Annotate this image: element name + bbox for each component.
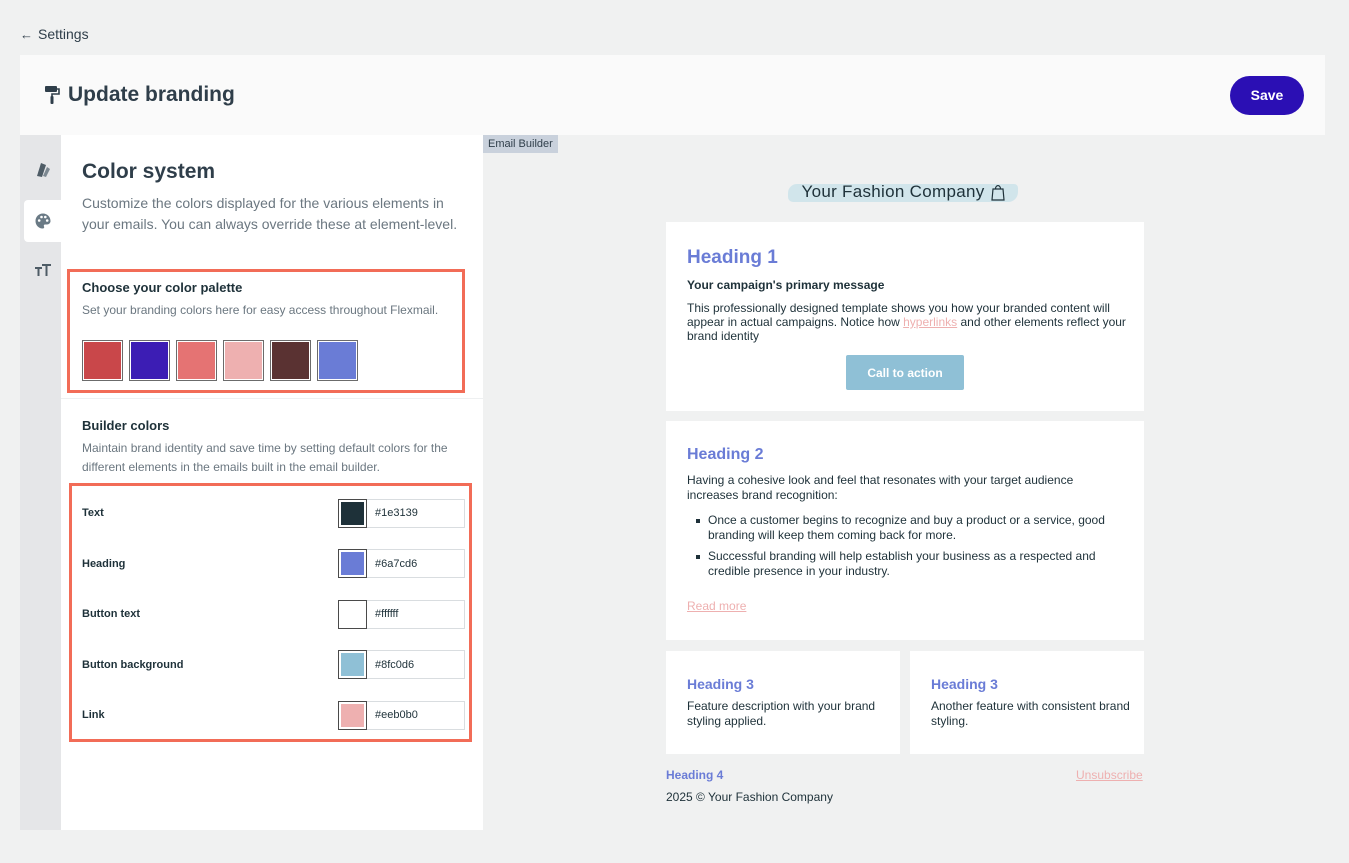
panel-title: Color system	[82, 160, 216, 183]
settings-rail	[20, 135, 61, 830]
card3-body: Feature description with your brand styl…	[687, 699, 876, 728]
back-to-settings-link[interactable]: ← Settings	[20, 26, 89, 42]
color-picker-input[interactable]: #1e3139	[338, 498, 465, 528]
arrow-left-icon: ←	[20, 26, 33, 42]
email-preview: Email Builder Your Fashion Company Headi…	[483, 135, 1325, 830]
email-builder-tag: Email Builder	[483, 135, 558, 153]
palette-description: Set your branding colors here for easy a…	[82, 303, 439, 317]
card1-hyperlink[interactable]: hyperlinks	[903, 315, 957, 329]
card2-body: Having a cohesive look and feel that res…	[687, 473, 1074, 502]
color-chip-fill	[341, 703, 364, 727]
brand-name: Your Fashion Company	[801, 182, 985, 201]
color-row-label: Heading	[82, 557, 126, 570]
email-card-feature-2: Heading 3 Another feature with consisten…	[910, 651, 1144, 754]
save-button[interactable]: Save	[1230, 75, 1304, 115]
color-chip-fill	[341, 501, 364, 525]
color-hex-value[interactable]: #8fc0d6	[367, 651, 464, 678]
card1-heading: Heading 1	[687, 247, 778, 268]
swatch-fill	[131, 342, 168, 379]
paint-swatch-icon	[36, 163, 50, 177]
swatch-fill	[225, 342, 262, 379]
card4-body: Another feature with consistent brand st…	[931, 699, 1130, 728]
palette-icon	[35, 213, 50, 229]
color-hex-value[interactable]: #eeb0b0	[367, 702, 464, 729]
card4-heading: Heading 3	[931, 676, 998, 692]
paint-roller-icon	[45, 86, 60, 104]
typography-icon	[34, 264, 51, 276]
color-system-panel: Color system Customize the colors displa…	[61, 135, 483, 830]
builder-color-row: Text #1e3139	[82, 498, 465, 528]
rail-item-typography[interactable]	[24, 249, 61, 291]
footer-copyright: 2025 © Your Fashion Company	[666, 790, 833, 804]
color-picker-input[interactable]: #8fc0d6	[338, 650, 465, 679]
color-chip[interactable]	[338, 549, 367, 578]
unsubscribe-link[interactable]: Unsubscribe	[1076, 768, 1143, 782]
card2-bullet-list: Once a customer begins to recognize and …	[687, 513, 1127, 585]
rail-item-swatches[interactable]	[24, 149, 61, 191]
palette-swatch[interactable]	[270, 340, 311, 381]
builder-colors-title: Builder colors	[82, 418, 170, 433]
read-more-link[interactable]: Read more	[687, 599, 746, 614]
color-row-label: Button text	[82, 608, 141, 620]
rail-item-colors[interactable]	[24, 200, 61, 242]
page-header: Update branding Save	[20, 55, 1325, 135]
palette-swatch[interactable]	[129, 340, 170, 381]
color-chip-fill	[341, 602, 364, 626]
swatch-fill	[272, 342, 309, 379]
color-row-label: Text	[82, 507, 104, 519]
swatch-fill	[178, 342, 215, 379]
builder-color-row: Heading #6a7cd6	[82, 549, 465, 579]
color-chip[interactable]	[338, 498, 367, 528]
color-palette-section: Choose your color palette Set your brand…	[67, 269, 465, 393]
brand-logo: Your Fashion Company	[788, 179, 1018, 205]
palette-swatch[interactable]	[317, 340, 358, 381]
color-row-label: Button background	[82, 658, 184, 671]
swatch-fill	[84, 342, 121, 379]
card1-subheading: Your campaign's primary message	[687, 278, 885, 292]
builder-color-row: Link #eeb0b0	[82, 700, 465, 730]
color-picker-input[interactable]: #6a7cd6	[338, 549, 465, 578]
color-hex-value[interactable]: #ffffff	[367, 601, 464, 628]
call-to-action-button[interactable]: Call to action	[846, 355, 964, 390]
shopping-bag-icon	[990, 185, 1005, 201]
builder-color-row: Button background #8fc0d6	[82, 650, 465, 680]
color-picker-input[interactable]: #eeb0b0	[338, 700, 465, 730]
palette-swatch[interactable]	[82, 340, 123, 381]
builder-colors-description: Maintain brand identity and save time by…	[82, 441, 448, 474]
email-card-feature-1: Heading 3 Feature description with your …	[666, 651, 900, 754]
color-chip[interactable]	[338, 599, 367, 629]
builder-colors-section: Text #1e3139 Heading #6a7cd6 Button text #fff…	[69, 483, 472, 742]
main-area: Color system Customize the colors displa…	[20, 135, 1325, 830]
section-divider	[61, 398, 483, 399]
color-hex-value[interactable]: #6a7cd6	[367, 550, 464, 577]
palette-swatch[interactable]	[223, 340, 264, 381]
builder-color-row: Button text #ffffff	[82, 599, 465, 629]
card1-body: This professionally designed template sh…	[687, 301, 1127, 343]
color-hex-value[interactable]: #1e3139	[367, 500, 464, 527]
color-chip-fill	[341, 552, 364, 575]
color-chip[interactable]	[338, 700, 367, 730]
bullet-item: Once a customer begins to recognize and …	[687, 513, 1127, 543]
color-chip-fill	[341, 653, 364, 676]
color-row-label: Link	[82, 709, 105, 721]
page-title: Update branding	[68, 83, 235, 106]
email-card-heading-1: Heading 1 Your campaign's primary messag…	[666, 222, 1144, 411]
palette-title: Choose your color palette	[82, 280, 243, 295]
email-card-heading-2: Heading 2 Having a cohesive look and fee…	[666, 421, 1144, 640]
palette-swatch[interactable]	[176, 340, 217, 381]
footer-heading: Heading 4	[666, 768, 724, 782]
card3-heading: Heading 3	[687, 676, 754, 692]
swatch-fill	[319, 342, 356, 379]
bullet-item: Successful branding will help establish …	[687, 549, 1127, 579]
palette-swatches	[82, 340, 358, 381]
card2-heading: Heading 2	[687, 446, 764, 463]
panel-description: Customize the colors displayed for the v…	[82, 195, 458, 232]
back-link-label: Settings	[38, 26, 89, 42]
header-title-group: Update branding	[44, 83, 235, 107]
color-picker-input[interactable]: #ffffff	[338, 599, 465, 629]
color-chip[interactable]	[338, 650, 367, 679]
